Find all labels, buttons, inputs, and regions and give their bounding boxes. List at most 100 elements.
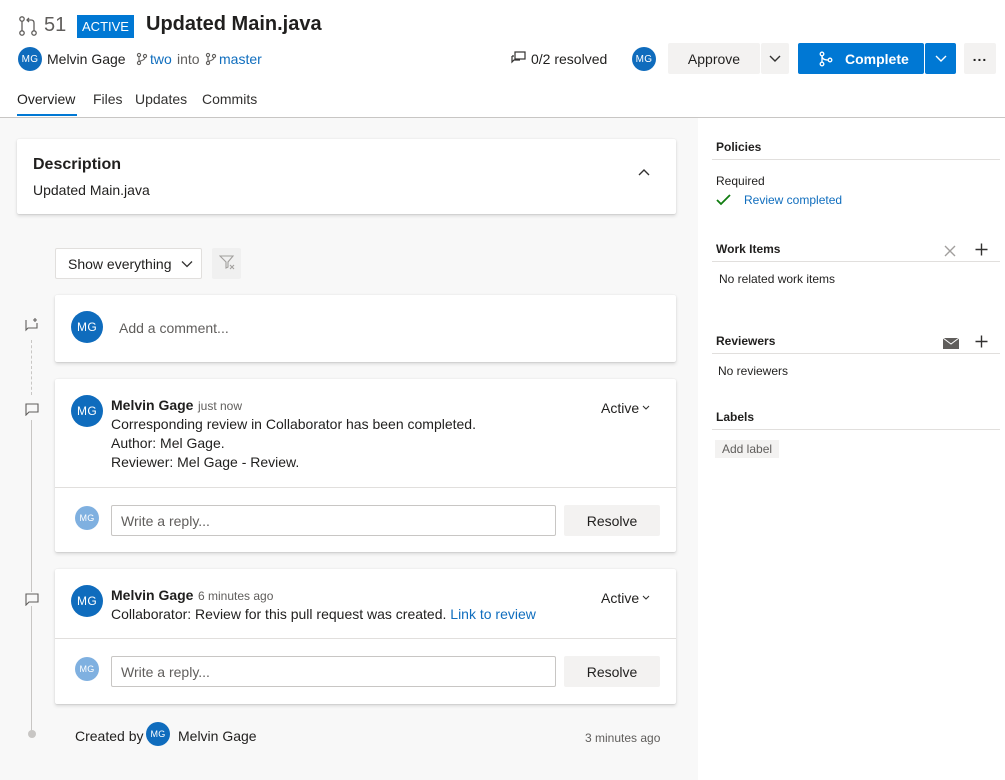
reply-avatar: MG <box>75 657 99 681</box>
chevron-up-icon[interactable] <box>637 164 651 176</box>
resolve-button[interactable]: Resolve <box>564 656 660 687</box>
add-comment-input[interactable]: Add a comment... <box>119 320 659 336</box>
reviewers-title: Reviewers <box>716 334 776 348</box>
comment-thread: MG Melvin Gage 6 minutes ago Active Coll… <box>55 569 676 704</box>
target-branch-link[interactable]: master <box>219 51 262 67</box>
into-text: into <box>177 51 200 67</box>
labels-title: Labels <box>716 410 755 424</box>
more-icon: ... <box>972 47 988 64</box>
add-comment-icon <box>24 317 40 332</box>
thread-status-dropdown[interactable]: Active <box>601 590 650 606</box>
complete-button[interactable]: Complete <box>798 43 924 74</box>
comment-time: 6 minutes ago <box>198 589 274 603</box>
add-reviewer-icon[interactable] <box>975 335 988 348</box>
comment-thread: MG Melvin Gage just now Active Correspon… <box>55 379 676 552</box>
chevron-down-icon <box>181 260 193 268</box>
tab-commits[interactable]: Commits <box>202 91 257 107</box>
reply-divider <box>55 638 676 639</box>
chevron-down-icon <box>642 405 650 411</box>
comments-icon <box>511 51 527 65</box>
sidebar-divider <box>712 429 1000 430</box>
sidebar-divider <box>712 261 1000 262</box>
author-name[interactable]: Melvin Gage <box>47 51 126 67</box>
created-time: 3 minutes ago <box>585 731 661 745</box>
tab-overview[interactable]: Overview <box>17 91 75 107</box>
tab-files[interactable]: Files <box>93 91 123 107</box>
comment-line: Reviewer: Mel Gage - Review. <box>111 454 300 470</box>
new-comment-card: MG Add a comment... <box>55 295 676 362</box>
comment-line: Corresponding review in Collaborator has… <box>111 416 476 432</box>
current-user-avatar: MG <box>71 311 103 343</box>
complete-dropdown-button[interactable] <box>925 43 956 74</box>
filter-label: Show everything <box>68 255 172 272</box>
no-work-items-text: No related work items <box>719 272 836 286</box>
add-label-button[interactable]: Add label <box>715 440 780 458</box>
page-title: Updated Main.java <box>146 13 322 35</box>
pull-request-icon <box>17 15 39 37</box>
pr-number: 51 <box>44 14 67 36</box>
timeline-line-dashed <box>31 340 32 395</box>
link-to-review[interactable]: Link to review <box>450 606 536 622</box>
show-everything-dropdown[interactable]: Show everything <box>55 248 202 279</box>
reply-avatar: MG <box>75 506 99 530</box>
sidebar-divider <box>712 159 1000 160</box>
chevron-down-icon <box>768 51 782 67</box>
description-card: Description Updated Main.java <box>17 139 676 214</box>
reply-input[interactable]: Write a reply... <box>111 505 556 536</box>
timeline-end-dot <box>28 730 36 738</box>
required-label: Required <box>716 174 765 188</box>
tab-active-indicator <box>17 114 77 116</box>
comment-icon <box>24 592 40 607</box>
tab-updates[interactable]: Updates <box>135 91 187 107</box>
status-badge: ACTIVE <box>77 15 134 38</box>
checkmark-icon <box>716 193 731 206</box>
chevron-down-icon <box>934 51 948 67</box>
comment-time: just now <box>198 399 243 413</box>
merge-icon <box>818 51 834 67</box>
comment-author: Melvin Gage <box>111 587 194 603</box>
no-reviewers-text: No reviewers <box>718 364 789 378</box>
mail-icon[interactable] <box>942 336 960 349</box>
source-branch-link[interactable]: two <box>150 51 172 67</box>
branch-icon <box>136 52 148 66</box>
complete-label: Complete <box>845 50 909 67</box>
description-heading: Description <box>33 156 122 173</box>
reply-divider <box>55 487 676 488</box>
comment-author: Melvin Gage <box>111 397 194 413</box>
work-items-title: Work Items <box>716 242 781 256</box>
more-actions-button[interactable]: ... <box>964 43 996 74</box>
resolved-count[interactable]: 0/2 resolved <box>531 51 607 67</box>
branch-icon <box>205 52 217 66</box>
comment-avatar: MG <box>71 585 103 617</box>
resolve-button[interactable]: Resolve <box>564 505 660 536</box>
comment-text: Collaborator: Review for this pull reque… <box>111 606 447 622</box>
thread-status: Active <box>601 590 640 606</box>
creator-name: Melvin Gage <box>178 728 257 744</box>
reviewer-avatar[interactable]: MG <box>632 47 656 71</box>
thread-status-dropdown[interactable]: Active <box>601 400 650 416</box>
add-work-item-icon[interactable] <box>975 243 988 256</box>
approve-button[interactable]: Approve <box>668 43 760 74</box>
reply-input[interactable]: Write a reply... <box>111 656 556 687</box>
approve-label: Approve <box>687 50 741 67</box>
sidebar-divider <box>712 353 1000 354</box>
filter-clear-icon <box>218 254 235 273</box>
policies-title: Policies <box>716 140 762 154</box>
review-completed-link[interactable]: Review completed <box>744 193 842 207</box>
resolve-label: Resolve <box>586 512 638 529</box>
chevron-down-icon <box>642 595 650 601</box>
author-avatar[interactable]: MG <box>18 47 42 71</box>
created-by-label: Created by <box>75 728 144 744</box>
timeline-line <box>31 420 32 732</box>
comment-icon <box>24 402 40 417</box>
description-text: Updated Main.java <box>33 182 150 198</box>
approve-dropdown-button[interactable] <box>761 43 789 74</box>
comment-line: Author: Mel Gage. <box>111 435 225 451</box>
comment-line: Collaborator: Review for this pull reque… <box>111 606 536 622</box>
thread-status: Active <box>601 400 640 416</box>
close-icon[interactable] <box>944 244 956 257</box>
resolve-label: Resolve <box>586 663 638 680</box>
comment-avatar: MG <box>71 395 103 427</box>
creator-avatar: MG <box>146 722 170 746</box>
clear-filter-button[interactable] <box>212 248 241 279</box>
